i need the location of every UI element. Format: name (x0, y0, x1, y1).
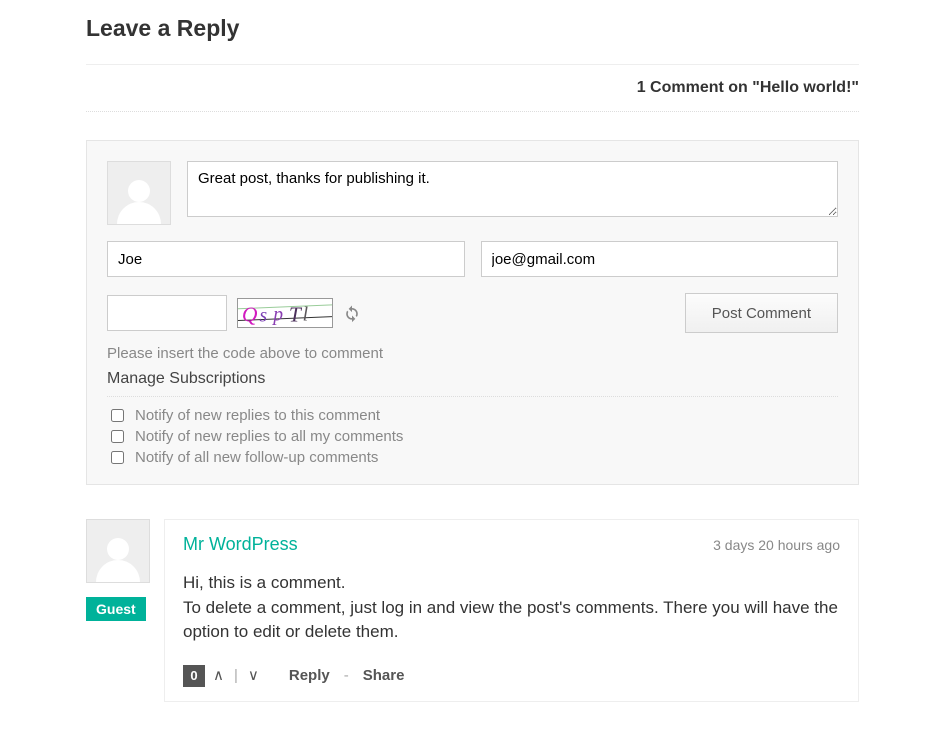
captcha-input[interactable] (107, 295, 227, 331)
downvote-button[interactable]: ∨ (246, 666, 261, 685)
comment-time: 3 days 20 hours ago (713, 537, 840, 553)
notify-option-row[interactable]: Notify of all new follow-up comments (107, 447, 838, 468)
notify-option-row[interactable]: Notify of new replies to this comment (107, 405, 838, 426)
reply-form-panel: Great post, thanks for publishing it. Q … (86, 140, 859, 485)
action-separator: - (342, 667, 351, 684)
comment-count: 1 Comment on "Hello world!" (86, 65, 859, 112)
notify-option-row[interactable]: Notify of new replies to all my comments (107, 426, 838, 447)
notify-checkbox-0[interactable] (111, 409, 124, 422)
name-field[interactable] (107, 241, 465, 277)
svg-text:T: T (289, 303, 303, 327)
svg-text:s: s (260, 306, 268, 327)
vote-separator: | (232, 667, 240, 684)
share-button[interactable]: Share (357, 667, 411, 684)
post-comment-button[interactable]: Post Comment (685, 293, 838, 333)
comment-body-line: Hi, this is a comment. (183, 573, 346, 592)
comment-item: Guest Mr WordPress 3 days 20 hours ago H… (86, 519, 859, 702)
comment-author-link[interactable]: Mr WordPress (183, 534, 298, 555)
refresh-captcha-icon[interactable] (341, 302, 363, 324)
notify-checkbox-1[interactable] (111, 430, 124, 443)
notify-checkbox-2[interactable] (111, 451, 124, 464)
user-avatar-icon (107, 161, 171, 225)
notify-label: Notify of all new follow-up comments (135, 447, 378, 468)
guest-badge: Guest (86, 597, 146, 621)
notify-label: Notify of new replies to all my comments (135, 426, 403, 447)
upvote-button[interactable]: ∧ (211, 666, 226, 685)
page-title: Leave a Reply (86, 15, 859, 54)
manage-subscriptions-link[interactable]: Manage Subscriptions (107, 370, 838, 397)
notify-label: Notify of new replies to this comment (135, 405, 380, 426)
reply-button[interactable]: Reply (283, 667, 336, 684)
email-field[interactable] (481, 241, 839, 277)
svg-text:l: l (303, 305, 309, 326)
commenter-avatar-icon (86, 519, 150, 583)
comment-body: Hi, this is a comment. To delete a comme… (183, 571, 840, 645)
svg-text:p: p (271, 305, 283, 326)
vote-count: 0 (183, 665, 205, 687)
svg-text:Q: Q (242, 303, 258, 327)
captcha-image: Q s p T l (237, 298, 333, 328)
comment-body-line: To delete a comment, just log in and vie… (183, 598, 838, 642)
captcha-help-text: Please insert the code above to comment (107, 345, 838, 362)
comment-textarea[interactable]: Great post, thanks for publishing it. (187, 161, 838, 217)
